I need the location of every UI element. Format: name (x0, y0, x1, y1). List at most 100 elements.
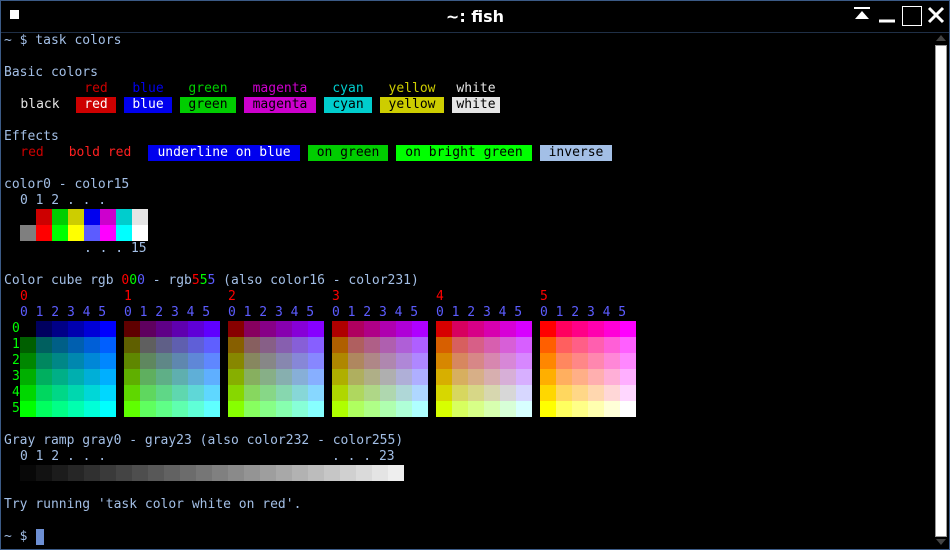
cube-cell-0-5-4 (84, 401, 100, 417)
cube-cell-2-3-2 (260, 369, 276, 385)
cube-cell-4-1-5 (516, 337, 532, 353)
cube-cell-4-2-1 (452, 353, 468, 369)
window-title: ~: fish (445, 7, 505, 26)
cube-cell-3-3-4 (396, 369, 412, 385)
cube-cell-2-4-1 (244, 385, 260, 401)
cube-cell-0-3-5 (100, 369, 116, 385)
gray-cell-17 (292, 465, 308, 481)
minimize-icon[interactable] (877, 5, 897, 25)
cube-cell-4-5-0 (436, 401, 452, 417)
cube-cell-5-1-3 (588, 337, 604, 353)
cube-cell-3-1-1 (348, 337, 364, 353)
cube-cell-1-4-1 (140, 385, 156, 401)
cube-cell-1-4-5 (204, 385, 220, 401)
gray-cell-13 (228, 465, 244, 481)
cube-cell-1-2-4 (188, 353, 204, 369)
cube-cell-1-0-2 (156, 321, 172, 337)
cube-cell-1-3-2 (156, 369, 172, 385)
color16-cell-2 (52, 209, 68, 225)
cube-cell-2-5-5 (308, 401, 324, 417)
cube-cell-0-5-1 (36, 401, 52, 417)
cube-heading-post: (also color16 - color231) (215, 273, 419, 288)
color16-cell-10 (52, 225, 68, 241)
basic-bg-cyan: cyan (324, 97, 372, 113)
cube-cell-3-2-2 (364, 353, 380, 369)
cube-cell-1-3-1 (140, 369, 156, 385)
color16-cell-8 (20, 225, 36, 241)
gray-cell-23 (388, 465, 404, 481)
cube-cell-0-2-0 (20, 353, 36, 369)
cube-cell-4-2-5 (516, 353, 532, 369)
cube-cell-2-0-1 (244, 321, 260, 337)
cube-cell-0-1-5 (100, 337, 116, 353)
cube-cell-3-2-4 (396, 353, 412, 369)
cube-cell-0-4-4 (84, 385, 100, 401)
cube-cell-5-4-1 (556, 385, 572, 401)
cube-cell-0-4-3 (68, 385, 84, 401)
scrollbar-thumb[interactable] (935, 45, 947, 537)
cube-cell-4-2-4 (500, 353, 516, 369)
cube-g-label-2: 2 (12, 353, 20, 368)
cube-cell-2-2-5 (308, 353, 324, 369)
cube-heading: Color cube rgb 000 - rgb555 (also color1… (4, 273, 419, 289)
cube-cell-0-2-4 (84, 353, 100, 369)
cube-cell-3-0-1 (348, 321, 364, 337)
cube-cell-0-4-2 (52, 385, 68, 401)
shade-icon[interactable] (852, 5, 872, 25)
color16-heading: color0 - color15 (4, 177, 130, 192)
cube-cell-5-5-5 (620, 401, 636, 417)
cube-cell-5-0-5 (620, 321, 636, 337)
terminal-area[interactable]: ~ $ task colors Basic colors Effects col… (1, 33, 932, 549)
cube-cell-5-1-5 (620, 337, 636, 353)
cube-cell-4-4-1 (452, 385, 468, 401)
gray-cell-10 (180, 465, 196, 481)
effect-underline-on-blue: underline on blue (148, 145, 300, 161)
cube-b-digits-0: 0 1 2 3 4 5 (20, 305, 107, 320)
cube-cell-1-4-3 (172, 385, 188, 401)
cube-cell-3-0-5 (412, 321, 428, 337)
gray-cell-0 (20, 465, 36, 481)
cube-cell-0-0-3 (68, 321, 84, 337)
cube-cell-0-2-1 (36, 353, 52, 369)
cube-cell-4-4-4 (500, 385, 516, 401)
basic-fg-magenta: magenta (252, 81, 308, 96)
cube-cell-3-4-3 (380, 385, 396, 401)
gray-cell-11 (196, 465, 212, 481)
cube-cell-5-5-1 (556, 401, 572, 417)
cube-cell-1-1-4 (188, 337, 204, 353)
cube-cell-2-5-0 (228, 401, 244, 417)
basic-fg-blue: blue (132, 81, 164, 96)
maximize-icon[interactable] (902, 6, 922, 26)
scrollbar[interactable] (933, 33, 949, 549)
cube-cell-4-1-4 (500, 337, 516, 353)
basic-fg-cyan: cyan (332, 81, 364, 96)
cube-cell-5-1-4 (604, 337, 620, 353)
cube-cell-4-2-2 (468, 353, 484, 369)
cube-r-label-5: 5 (540, 289, 548, 304)
cube-cell-5-0-0 (540, 321, 556, 337)
cube-cell-3-5-5 (412, 401, 428, 417)
cube-cell-4-5-3 (484, 401, 500, 417)
cube-cell-4-1-1 (452, 337, 468, 353)
cube-cell-0-5-3 (68, 401, 84, 417)
cube-cell-0-5-2 (52, 401, 68, 417)
close-icon[interactable] (926, 5, 946, 25)
cube-cell-5-3-3 (588, 369, 604, 385)
title-bar[interactable]: ~: fish (1, 1, 949, 33)
scroll-up-icon[interactable] (936, 35, 946, 41)
cube-cell-2-5-4 (292, 401, 308, 417)
cube-cell-3-3-1 (348, 369, 364, 385)
cube-cell-0-1-1 (36, 337, 52, 353)
scroll-down-icon[interactable] (936, 539, 946, 545)
cube-cell-0-0-1 (36, 321, 52, 337)
cube-cell-1-0-4 (188, 321, 204, 337)
gray-cell-9 (164, 465, 180, 481)
cube-r-label-0: 0 (20, 289, 28, 304)
basic-bg-red: red (76, 97, 116, 113)
cube-cell-0-2-3 (68, 353, 84, 369)
cube-cell-1-5-4 (188, 401, 204, 417)
cube-cell-2-1-5 (308, 337, 324, 353)
cube-cell-2-5-1 (244, 401, 260, 417)
cube-cell-4-3-2 (468, 369, 484, 385)
cube-cell-4-0-5 (516, 321, 532, 337)
